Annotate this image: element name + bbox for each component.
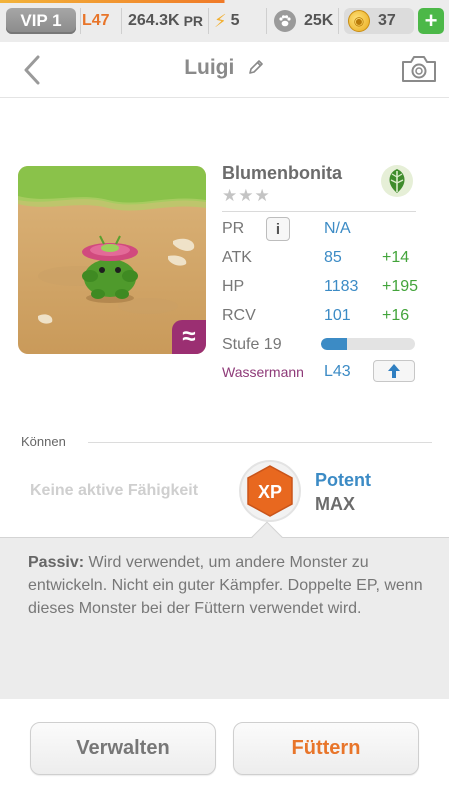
camera-icon [402,56,436,82]
rename-button[interactable] [247,58,265,81]
hp-row: HP 1183 +195 [222,275,422,299]
power-rating-value: 264.3K [128,12,180,29]
rcv-value: 101 [324,307,351,324]
feed-button[interactable]: Füttern [233,722,419,775]
level-progress-bar [321,338,415,350]
divider [88,442,432,443]
power-rating-unit: PR [183,13,204,29]
manage-button[interactable]: Verwalten [30,722,216,775]
pr-row: PR i N/A [222,217,422,241]
xp-skill-badge[interactable]: XP [239,460,301,522]
coin-counter[interactable]: ◉ 37 [344,8,414,34]
nav-bar: Luigi [0,42,449,98]
level-row: Stufe 19 [222,333,422,357]
info-icon: i [275,220,281,238]
passive-description-text: Wird verwendet, um andere Monster zu ent… [28,554,423,617]
divider [338,8,339,34]
energy-value: 5 [230,12,240,29]
atk-row: ATK 85 +14 [222,246,422,270]
evolve-button[interactable] [373,360,415,382]
info-button[interactable]: i [266,217,290,241]
paw-icon [274,10,296,32]
wave-icon: ≈ [182,323,196,350]
vip-badge[interactable]: VIP 1 [6,8,76,34]
page-title: Luigi [184,56,235,79]
rcv-row: RCV 101 +16 [222,304,422,328]
pr-value: N/A [324,220,351,237]
active-skill-text: Keine aktive Fähigkeit [30,482,199,499]
arrow-up-icon [388,364,400,378]
feed-button-label: Füttern [291,737,361,759]
pr-label: PR [222,220,245,237]
hp-label: HP [222,278,245,295]
xp-hexagon-icon: XP [247,465,293,517]
player-level-value: L47 [82,12,110,29]
add-currency-button[interactable]: + [418,8,444,34]
leaf-icon [380,164,414,198]
passive-label: Passiv: [28,554,85,571]
divider [80,8,81,34]
monster-info: Blumenbonita ★★★ PR i N/A ATK 85 +14 HP … [222,160,422,382]
rcv-bonus: +16 [382,307,410,324]
atk-value: 85 [324,249,342,266]
atk-label: ATK [222,249,252,266]
paw-value: 25K [304,12,334,29]
rcv-label: RCV [222,307,256,324]
camera-button[interactable] [400,54,438,84]
hp-bonus: +195 [382,278,419,295]
energy-counter[interactable]: ⚡ 5 [214,8,240,34]
manage-button-label: Verwalten [76,737,170,759]
xp-badge-text: XP [258,482,282,502]
plus-icon: + [424,8,438,33]
section-label-skills: Können [21,434,66,449]
vip-label: VIP 1 [20,11,62,30]
pencil-icon [248,60,263,74]
player-level: L47 [82,8,110,34]
divider [208,8,209,34]
level-label: Stufe 19 [222,336,282,353]
evolution-row: Wassermann L43 [222,360,422,384]
page-title-wrap: Luigi [0,56,449,81]
passive-description: Passiv: Wird verwendet, um andere Monste… [28,551,428,620]
status-accent-line [0,0,449,3]
status-bar: VIP 1 L47 264.3K PR ⚡ 5 25K ◉ 37 + [0,0,449,42]
monster-portrait[interactable]: ≈ [18,166,206,354]
level-progress-fill [321,338,348,350]
evolution-element: Wassermann [222,364,304,380]
hp-value: 1183 [324,278,359,295]
coin-value: 37 [378,12,396,29]
paw-counter[interactable]: 25K [274,8,333,34]
divider [222,211,416,212]
divider [266,8,267,34]
coin-icon: ◉ [348,10,370,32]
lightning-icon: ⚡ [214,10,227,31]
power-rating: 264.3K PR [128,8,203,34]
water-element-badge: ≈ [172,320,206,354]
evolution-level: L43 [324,363,351,380]
atk-bonus: +14 [382,249,410,266]
passive-skill-level: MAX [315,494,355,514]
divider [121,8,122,34]
passive-skill-name: Potent [315,470,371,490]
